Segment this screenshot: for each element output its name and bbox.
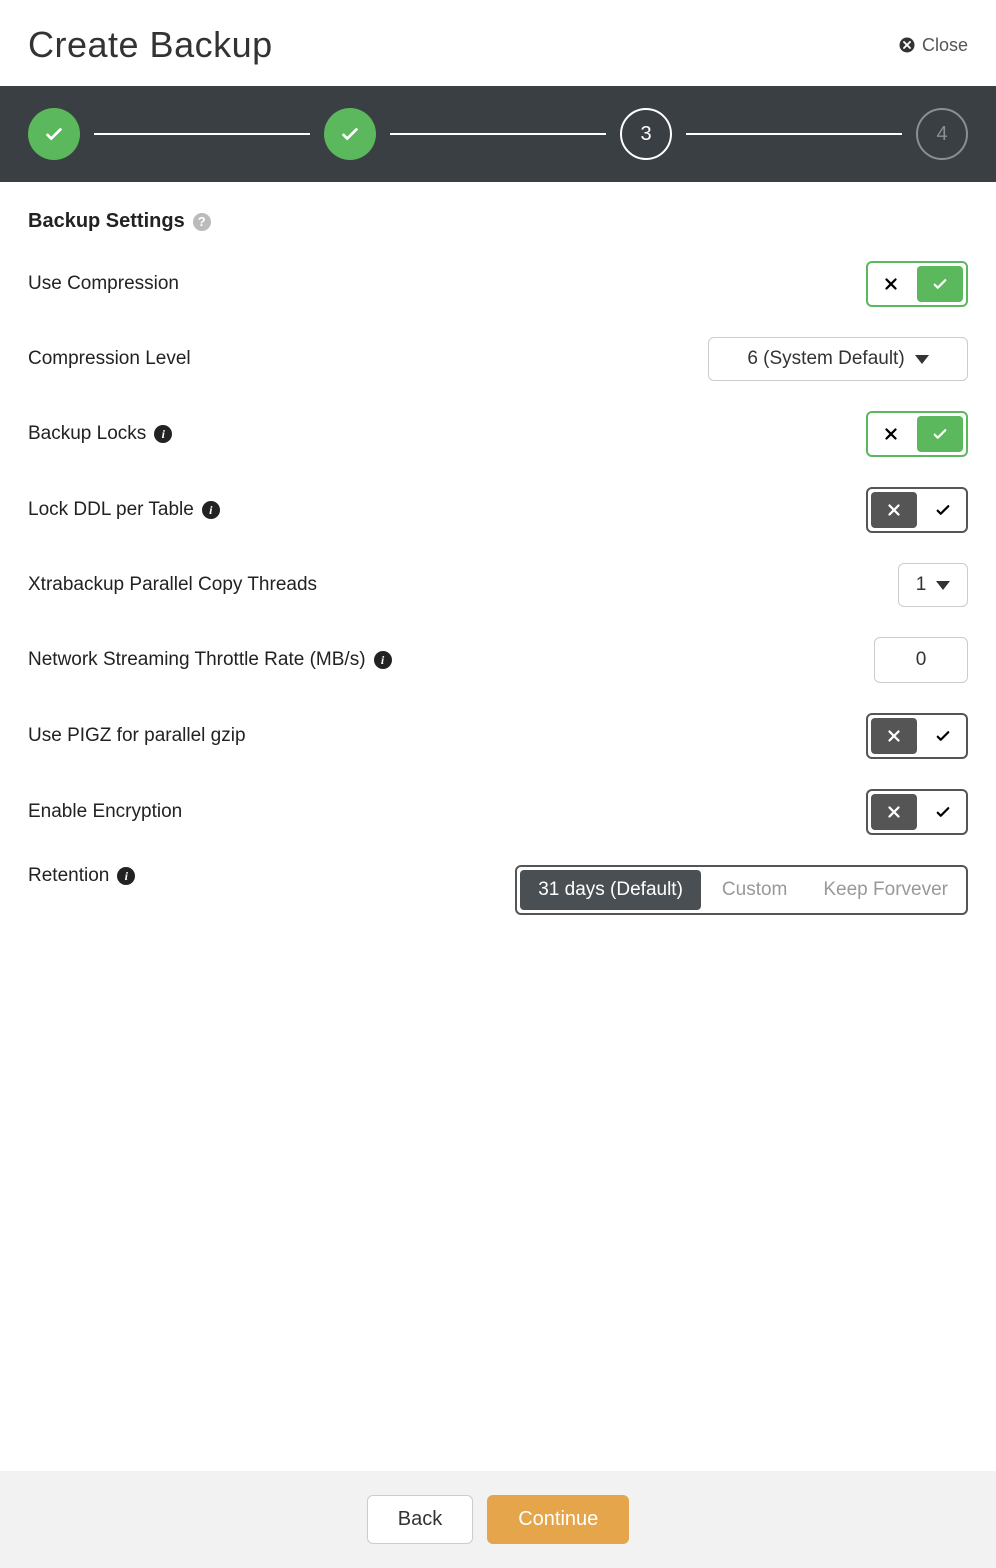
row-use-compression: Use Compression [28,261,968,307]
page-title: Create Backup [28,24,273,66]
toggle-off[interactable] [868,413,914,455]
retention-option-custom[interactable]: Custom [704,867,805,913]
row-compression-level: Compression Level 6 (System Default) [28,337,968,381]
retention-option-default[interactable]: 31 days (Default) [520,870,701,910]
row-backup-locks: Backup Locks i [28,411,968,457]
segmented-retention[interactable]: 31 days (Default) Custom Keep Forvever [515,865,968,915]
x-icon [885,501,903,519]
help-icon[interactable]: ? [193,213,211,231]
label-compression-level: Compression Level [28,348,191,370]
x-icon [885,727,903,745]
info-icon[interactable]: i [154,425,172,443]
select-value: 1 [916,574,927,596]
check-icon [934,803,952,821]
label-pigz: Use PIGZ for parallel gzip [28,725,246,747]
wizard-stepper: 3 4 [0,86,996,182]
close-button[interactable]: Close [898,35,968,56]
toggle-off[interactable] [871,718,917,754]
row-encryption: Enable Encryption [28,789,968,835]
wizard-footer: Back Continue [0,1471,996,1568]
label-throttle: Network Streaming Throttle Rate (MB/s) i [28,649,392,671]
step-number: 4 [936,123,947,146]
select-compression-level[interactable]: 6 (System Default) [708,337,968,381]
check-icon [931,275,949,293]
step-4: 4 [916,108,968,160]
label-lock-ddl: Lock DDL per Table i [28,499,220,521]
step-2[interactable] [324,108,376,160]
close-icon [898,36,916,54]
row-pigz: Use PIGZ for parallel gzip [28,713,968,759]
x-icon [885,803,903,821]
x-icon [882,275,900,293]
settings-panel: Backup Settings ? Use Compression Compre… [0,182,996,973]
step-connector [390,133,606,135]
label-retention: Retention i [28,865,135,887]
step-3[interactable]: 3 [620,108,672,160]
toggle-encryption[interactable] [866,789,968,835]
toggle-off[interactable] [871,492,917,528]
info-icon[interactable]: i [202,501,220,519]
label-xtrabackup-threads: Xtrabackup Parallel Copy Threads [28,574,317,596]
toggle-lock-ddl[interactable] [866,487,968,533]
continue-button[interactable]: Continue [487,1495,629,1544]
step-connector [686,133,902,135]
toggle-on[interactable] [920,791,966,833]
select-value: 6 (System Default) [747,348,904,370]
input-throttle[interactable] [874,637,968,683]
row-lock-ddl: Lock DDL per Table i [28,487,968,533]
toggle-off[interactable] [871,794,917,830]
label-encryption: Enable Encryption [28,801,182,823]
info-icon[interactable]: i [117,867,135,885]
row-throttle: Network Streaming Throttle Rate (MB/s) i [28,637,968,683]
step-number: 3 [640,123,651,146]
toggle-backup-locks[interactable] [866,411,968,457]
check-icon [934,727,952,745]
retention-option-keep-forever[interactable]: Keep Forvever [805,867,966,913]
toggle-use-compression[interactable] [866,261,968,307]
step-connector [94,133,310,135]
toggle-off[interactable] [868,263,914,305]
back-button[interactable]: Back [367,1495,473,1544]
check-icon [43,123,65,145]
step-1[interactable] [28,108,80,160]
toggle-on[interactable] [920,489,966,531]
close-label: Close [922,35,968,56]
section-title-text: Backup Settings [28,210,185,233]
toggle-on[interactable] [917,416,963,452]
chevron-down-icon [915,355,929,364]
label-use-compression: Use Compression [28,273,179,295]
label-backup-locks: Backup Locks i [28,423,172,445]
info-icon[interactable]: i [374,651,392,669]
toggle-on[interactable] [917,266,963,302]
select-xtrabackup-threads[interactable]: 1 [898,563,968,607]
x-icon [882,425,900,443]
chevron-down-icon [936,581,950,590]
toggle-on[interactable] [920,715,966,757]
row-xtrabackup-threads: Xtrabackup Parallel Copy Threads 1 [28,563,968,607]
toggle-pigz[interactable] [866,713,968,759]
row-retention: Retention i 31 days (Default) Custom Kee… [28,865,968,915]
check-icon [931,425,949,443]
section-heading: Backup Settings ? [28,210,968,233]
dialog-header: Create Backup Close [0,0,996,86]
check-icon [339,123,361,145]
check-icon [934,501,952,519]
